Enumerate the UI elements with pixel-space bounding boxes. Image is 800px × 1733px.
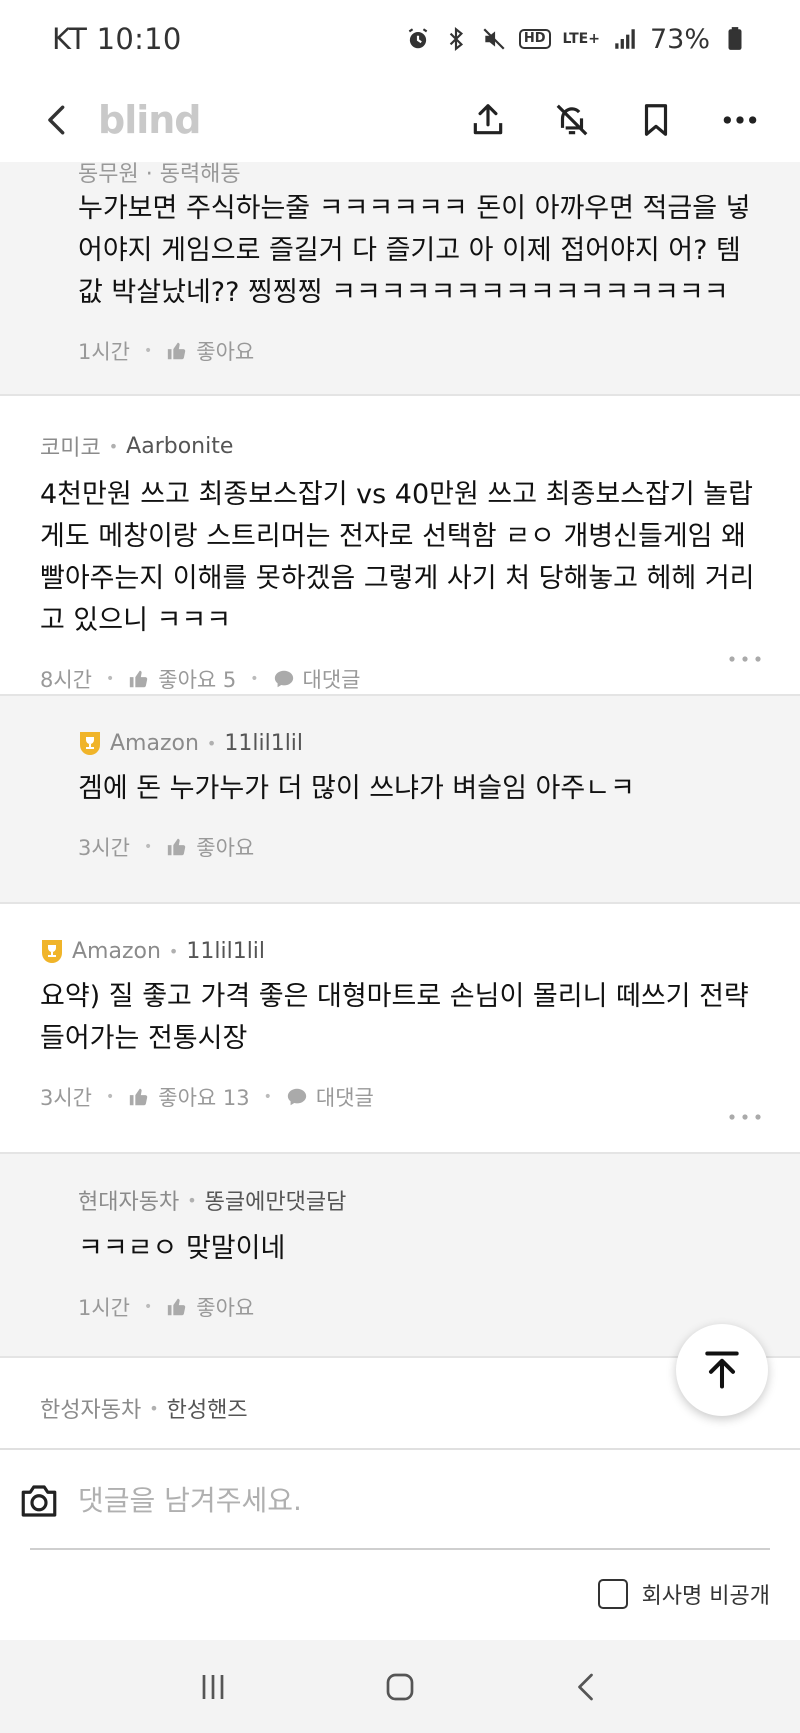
mute-icon <box>481 26 507 52</box>
anon-toggle[interactable]: 회사명 비공개 <box>597 1578 770 1610</box>
comment-time: 1시간 <box>78 1296 131 1320</box>
comment-text: 4천만원 쓰고 최종보스잡기 vs 40만원 쓰고 최종보스잡기 놀랍게도 메창… <box>40 479 755 636</box>
nickname[interactable]: Aarbonite <box>126 434 233 459</box>
company-name: 코미코 <box>40 436 101 461</box>
trophy-badge-icon <box>78 730 102 756</box>
comment-meta: 코미코 • Aarbonite <box>40 396 800 462</box>
like-label: 좋아요 <box>196 1296 255 1320</box>
comment-time: 1시간 <box>78 340 131 364</box>
comment: 코미코 • Aarbonite 4천만원 쓰고 최종보스잡기 vs 40만원 쓰… <box>0 396 800 696</box>
comment-meta-cut: 동무원 · 동력해동 <box>78 162 241 187</box>
more-icon[interactable] <box>728 1112 762 1122</box>
like-button[interactable]: 좋아요 <box>166 832 254 862</box>
trophy-badge-icon <box>40 938 64 964</box>
status-bar: KT 10:10 HD LTE+ 73% <box>0 0 800 78</box>
thumb-up-icon <box>168 838 186 856</box>
like-button[interactable]: 좋아요 <box>166 1292 254 1322</box>
company-name: Amazon <box>110 730 199 756</box>
nickname[interactable]: 11lil1lil <box>186 939 265 964</box>
input-underline <box>30 1548 770 1550</box>
home-icon[interactable] <box>370 1657 430 1717</box>
carrier-time: KT 10:10 <box>52 22 182 56</box>
status-icons: HD LTE+ 73% <box>405 24 748 55</box>
like-button[interactable]: 좋아요 13 <box>128 1082 250 1112</box>
bluetooth-icon <box>443 26 469 52</box>
blind-logo: blind <box>98 98 202 142</box>
like-label: 좋아요 <box>196 340 255 364</box>
hd-indicator: HD <box>518 29 551 49</box>
scroll-to-top-button[interactable] <box>676 1324 768 1416</box>
back-icon[interactable] <box>40 96 80 144</box>
like-label: 좋아요 13 <box>158 1086 250 1110</box>
anon-label: 회사명 비공개 <box>641 1584 770 1609</box>
bookmark-icon[interactable] <box>636 98 676 142</box>
comment-text: 요약) 질 좋고 가격 좋은 대형마트로 손님이 몰리니 떼쓰기 전략 들어가는… <box>40 981 749 1054</box>
reply-button[interactable]: 대댓글 <box>273 664 361 694</box>
system-back-icon[interactable] <box>557 1657 617 1717</box>
speech-bubble-icon <box>287 1088 307 1106</box>
thumb-up-icon <box>130 670 148 688</box>
comment-footer: 3시간 • 좋아요 13 • 대댓글 <box>40 1060 800 1142</box>
comment-time: 8시간 <box>40 668 93 692</box>
top-navbar: blind <box>0 78 800 162</box>
like-label: 좋아요 <box>196 836 255 860</box>
comment: Amazon • 11lil1lil 요약) 질 좋고 가격 좋은 대형마트로 … <box>0 904 800 1154</box>
comment-time: 3시간 <box>78 836 131 860</box>
more-icon[interactable] <box>720 98 760 142</box>
reply-label: 대댓글 <box>315 1086 374 1110</box>
comment-meta: Amazon • 11lil1lil <box>40 904 800 964</box>
system-nav-bar <box>0 1640 800 1733</box>
nickname[interactable]: 11lil1lil <box>224 731 303 756</box>
comment-input[interactable] <box>78 1472 768 1528</box>
like-button[interactable]: 좋아요 <box>166 336 254 366</box>
thumb-up-icon <box>168 342 186 360</box>
comment-footer: 3시간 • 좋아요 <box>78 810 800 892</box>
camera-icon[interactable] <box>18 1480 60 1522</box>
company-name: 한성자동차 <box>40 1398 142 1423</box>
more-icon[interactable] <box>728 654 762 664</box>
reply-comment: 동무원 · 동력해동 누가보면 주식하는줄 ㅋㅋㅋㅋㅋㅋ 돈이 아까우면 적금을… <box>0 162 800 396</box>
nickname[interactable]: 똥글에만댓글담 <box>205 1184 347 1216</box>
battery-percent: 73% <box>649 23 710 55</box>
bell-off-icon[interactable] <box>552 98 592 142</box>
comment-footer: 1시간 • 좋아요 <box>78 314 800 396</box>
like-label: 좋아요 5 <box>158 668 237 692</box>
company-name: Amazon <box>72 938 161 964</box>
company-name: 현대자동차 <box>78 1190 180 1215</box>
alarm-icon <box>405 26 431 52</box>
speech-bubble-icon <box>274 670 293 688</box>
arrow-up-icon <box>705 1351 739 1389</box>
thumb-up-icon <box>130 1088 148 1106</box>
comment-feed[interactable]: 동무원 · 동력해동 누가보면 주식하는줄 ㅋㅋㅋㅋㅋㅋ 돈이 아까우면 적금을… <box>0 162 800 1448</box>
battery-icon <box>722 26 748 52</box>
reply-label: 대댓글 <box>302 668 361 692</box>
reply-comment: Amazon • 11lil1lil 겜에 돈 누가누가 더 많이 쓰냐가 벼슬… <box>0 696 800 904</box>
comment-meta: Amazon • 11lil1lil <box>78 696 800 756</box>
comment-meta: 현대자동차 • 똥글에만댓글담 <box>78 1154 800 1216</box>
comment-input-bar: 회사명 비공개 <box>0 1448 800 1640</box>
like-button[interactable]: 좋아요 5 <box>128 664 236 694</box>
anon-checkbox[interactable] <box>597 1579 628 1609</box>
nickname[interactable]: 한성핸즈 <box>167 1392 248 1424</box>
comment-text: 겜에 돈 누가누가 더 많이 쓰냐가 벼슬임 아주ㄴㅋ <box>78 773 635 804</box>
comment-text: ㅋㅋㄹㅇ 맞말이네 <box>78 1233 286 1264</box>
comment-time: 3시간 <box>40 1086 93 1110</box>
reply-button[interactable]: 대댓글 <box>286 1082 374 1112</box>
thumb-up-icon <box>168 1298 186 1316</box>
share-icon[interactable] <box>468 98 508 142</box>
recent-apps-icon[interactable] <box>183 1657 243 1717</box>
signal-icon <box>612 26 638 52</box>
lte-indicator: LTE+ <box>562 30 600 47</box>
reply-comment: 현대자동차 • 똥글에만댓글담 ㅋㅋㄹㅇ 맞말이네 1시간 • 좋아요 <box>0 1154 800 1358</box>
